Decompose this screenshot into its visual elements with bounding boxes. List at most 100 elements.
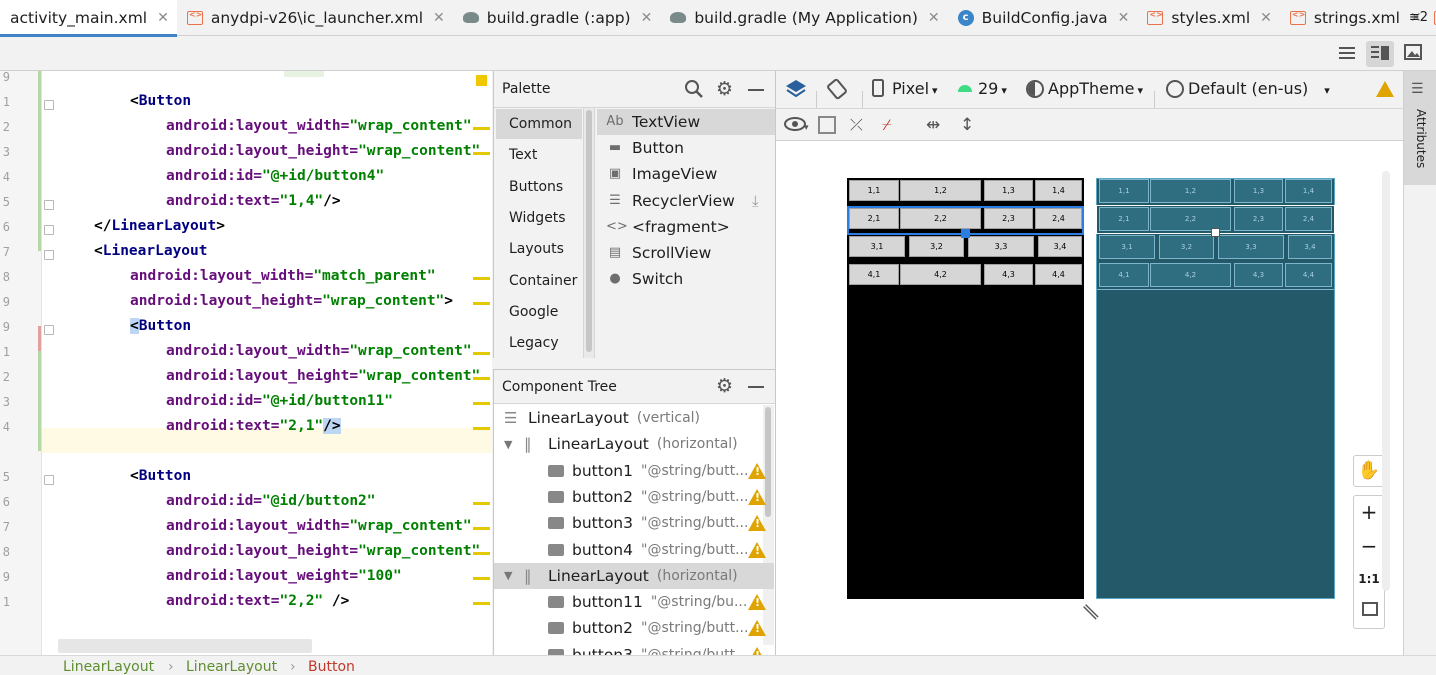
tree-row[interactable]: button2 "@string/butt... (494, 484, 774, 510)
warning-icon[interactable] (748, 594, 766, 611)
search-icon[interactable] (684, 79, 704, 99)
code-line[interactable]: android:text="2,1"/> (166, 418, 341, 434)
xml-code-editor[interactable]: 9 1 <Button 2 android:layout_width="wrap_con… (0, 71, 492, 655)
warning-marker[interactable] (473, 577, 490, 580)
blueprint-button[interactable]: 1,3 (1234, 179, 1283, 203)
tab-overflow-partial[interactable] (1430, 0, 1436, 36)
warning-marker[interactable] (473, 152, 490, 155)
warning-icon[interactable] (748, 541, 766, 558)
palette-item[interactable]: ☰ RecyclerView (606, 188, 735, 214)
warning-marker[interactable] (473, 127, 490, 130)
resize-handle[interactable] (1211, 228, 1220, 237)
warning-marker[interactable] (473, 352, 490, 355)
fold-marker[interactable] (44, 325, 54, 335)
resize-handle-icon[interactable]: ∥ (1080, 601, 1101, 622)
chevron-down-icon[interactable]: ▾ (804, 123, 809, 133)
close-icon[interactable]: ✕ (1118, 10, 1130, 26)
attributes-tab[interactable]: ☰ Attributes (1404, 71, 1436, 185)
minimize-icon[interactable] (748, 386, 764, 388)
horizontal-scrollbar[interactable] (58, 639, 312, 653)
blueprint-button[interactable]: 4,3 (1234, 263, 1283, 287)
code-view-icon[interactable] (1338, 45, 1358, 63)
preview-button[interactable]: 3,3 (968, 236, 1034, 257)
design-scrollbar[interactable] (1382, 171, 1390, 591)
code-line[interactable]: android:layout_width="wrap_content" (166, 343, 472, 359)
warning-marker[interactable] (473, 552, 490, 555)
tree-row[interactable]: ☰ LinearLayout (vertical) (494, 405, 774, 431)
palette-item[interactable]: ▣ ImageView (606, 161, 717, 187)
code-line[interactable]: </LinearLayout> (94, 218, 225, 234)
zoom-out-icon[interactable]: − (1354, 534, 1384, 558)
design-preview[interactable]: 1,1 1,2 1,3 1,4 2,1 2,2 2,3 2,4 3,1 3,2 3,3 3,4 4,1 4… (847, 178, 1084, 599)
warning-marker[interactable] (473, 402, 490, 405)
blueprint-button[interactable]: 3,1 (1099, 235, 1155, 259)
preview-button[interactable]: 3,1 (849, 236, 905, 257)
code-line[interactable]: android:layout_height="wrap_content"> (130, 293, 453, 309)
blueprint-button[interactable]: 1,2 (1150, 179, 1231, 203)
code-line[interactable]: <LinearLayout (94, 243, 208, 259)
blueprint-button[interactable]: 4,4 (1285, 263, 1332, 287)
code-line[interactable]: android:id="@+id/button11" (166, 393, 393, 409)
fold-marker[interactable] (44, 475, 54, 485)
tree-row[interactable]: button3 "@string/butt... (494, 510, 774, 536)
device-phone-icon[interactable] (872, 79, 886, 99)
code-line[interactable]: android:layout_width="wrap_content" (166, 518, 472, 534)
code-line[interactable]: android:layout_weight="100" (166, 568, 402, 584)
blueprint-button[interactable]: 3,4 (1288, 235, 1332, 259)
preview-button[interactable]: 1,1 (849, 180, 899, 201)
tree-row[interactable]: button11 "@string/bu... (494, 589, 774, 615)
preview-button[interactable]: 4,3 (984, 264, 1033, 285)
palette-category[interactable]: Buttons (496, 172, 582, 202)
preview-button[interactable]: 1,2 (900, 180, 981, 201)
tree-row[interactable]: button1 "@string/butt... (494, 458, 774, 484)
autoconnect-icon[interactable]: ⤫ (850, 115, 863, 135)
palette-category[interactable]: Google (496, 297, 582, 327)
preview-button[interactable]: 4,4 (1035, 264, 1082, 285)
blueprint-button[interactable]: 3,3 (1218, 235, 1284, 259)
palette-item[interactable]: Ab TextView (597, 109, 777, 135)
warning-marker[interactable] (473, 377, 490, 380)
warning-marker[interactable] (473, 502, 490, 505)
code-line[interactable]: android:id="@id/button2" (166, 493, 376, 509)
zoom-fit-icon[interactable] (1362, 602, 1378, 616)
warning-marker[interactable] (473, 302, 490, 305)
code-line[interactable]: android:id="@+id/button4" (166, 168, 384, 184)
tab-activity-main[interactable]: activity_main.xml ✕ (0, 0, 177, 37)
preview-button[interactable]: 3,2 (909, 236, 964, 257)
blueprint-toggle-icon[interactable] (818, 116, 836, 134)
api-level-selector[interactable]: 29 ▾ (978, 79, 1007, 98)
palette-item[interactable]: <> <fragment> (606, 214, 730, 240)
tab-strings[interactable]: strings.xml ✕ (1280, 0, 1430, 36)
expand-arrow-icon[interactable]: ▼ (504, 569, 524, 582)
blueprint-button[interactable]: 3,2 (1159, 235, 1214, 259)
preview-button[interactable]: 4,1 (849, 264, 899, 285)
blueprint-preview[interactable]: 1,1 1,2 1,3 1,4 2,1 2,2 2,3 2,4 3,1 3,2 3,3 3,4 4,1 4… (1096, 178, 1335, 599)
tab-ic-launcher[interactable]: anydpi-v26\ic_launcher.xml ✕ (177, 0, 453, 36)
preview-button[interactable]: 3,4 (1038, 236, 1082, 257)
close-icon[interactable]: ✕ (433, 10, 445, 26)
warning-icon[interactable] (748, 515, 766, 532)
warning-icon[interactable] (748, 488, 766, 505)
palette-item[interactable]: ▬ Button (606, 135, 684, 161)
expand-arrow-icon[interactable]: ▼ (504, 438, 524, 451)
pan-hand-icon[interactable]: ✋ (1353, 455, 1385, 487)
breadcrumb-item[interactable]: LinearLayout (186, 659, 277, 675)
blueprint-button[interactable]: 4,1 (1099, 263, 1149, 287)
tree-row[interactable]: ▼ ‖ LinearLayout (horizontal) (494, 562, 774, 589)
eye-icon[interactable] (784, 117, 806, 133)
code-line[interactable]: <Button (130, 93, 191, 109)
tab-overflow-menu[interactable]: ≡2 (1409, 10, 1428, 25)
close-icon[interactable]: ✕ (1260, 10, 1272, 26)
orientation-icon[interactable] (826, 78, 848, 100)
blueprint-button[interactable]: 4,2 (1150, 263, 1231, 287)
blueprint-button[interactable]: 1,1 (1099, 179, 1149, 203)
code-line[interactable]: android:layout_height="wrap_content" (166, 143, 480, 159)
minimize-icon[interactable] (748, 89, 764, 91)
tab-build-gradle-project[interactable]: build.gradle (My Application) ✕ (660, 0, 947, 36)
tree-row[interactable]: button2 "@string/butt... (494, 615, 774, 641)
fold-marker[interactable] (44, 200, 54, 210)
preview-button[interactable]: 4,2 (900, 264, 981, 285)
breadcrumb-item[interactable]: Button (308, 659, 355, 675)
code-line[interactable]: <Button (130, 468, 191, 484)
palette-category[interactable]: Widgets (496, 203, 582, 233)
